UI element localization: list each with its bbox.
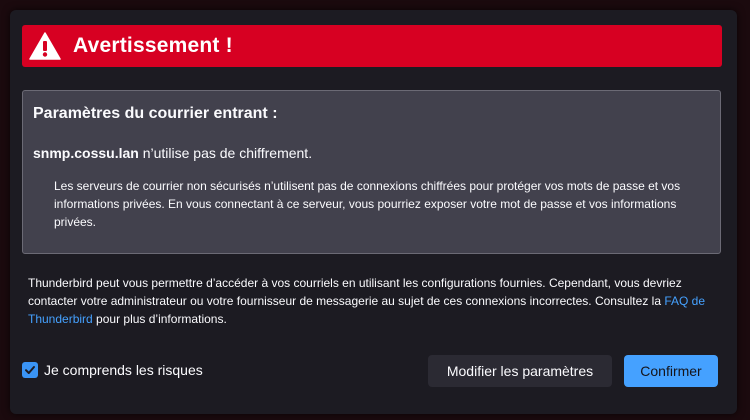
warning-detail: Les serveurs de courrier non sécurisés n… xyxy=(54,179,681,229)
server-warning-message: n’utilise pas de chiffrement. xyxy=(138,145,313,161)
checkbox-box[interactable] xyxy=(22,362,38,378)
banner-title: Avertissement ! xyxy=(73,34,233,57)
acknowledge-risks-checkbox[interactable]: Je comprends les risques xyxy=(22,362,203,378)
server-warning-line: snmp.cossu.lan n’utilise pas de chiffrem… xyxy=(33,145,312,161)
security-warning-dialog: Avertissement ! Paramètres du courrier e… xyxy=(10,10,737,414)
info-text-after-link: pour plus d’informations. xyxy=(92,312,227,326)
warning-heading: Paramètres du courrier entrant : xyxy=(33,105,278,122)
confirm-button[interactable]: Confirmer xyxy=(624,355,718,387)
server-name: snmp.cossu.lan xyxy=(33,145,139,161)
warning-banner: Avertissement ! xyxy=(22,25,722,67)
warning-triangle-icon xyxy=(29,32,61,60)
modify-settings-button[interactable]: Modifier les paramètres xyxy=(428,355,612,387)
info-text-before-link: Thunderbird peut vous permettre d’accéde… xyxy=(28,276,682,308)
checkmark-icon xyxy=(25,366,35,374)
acknowledge-label: Je comprends les risques xyxy=(44,362,203,378)
info-paragraph: Thunderbird peut vous permettre d’accéde… xyxy=(28,274,728,328)
incoming-mail-warning-box: Paramètres du courrier entrant : snmp.co… xyxy=(22,90,721,254)
